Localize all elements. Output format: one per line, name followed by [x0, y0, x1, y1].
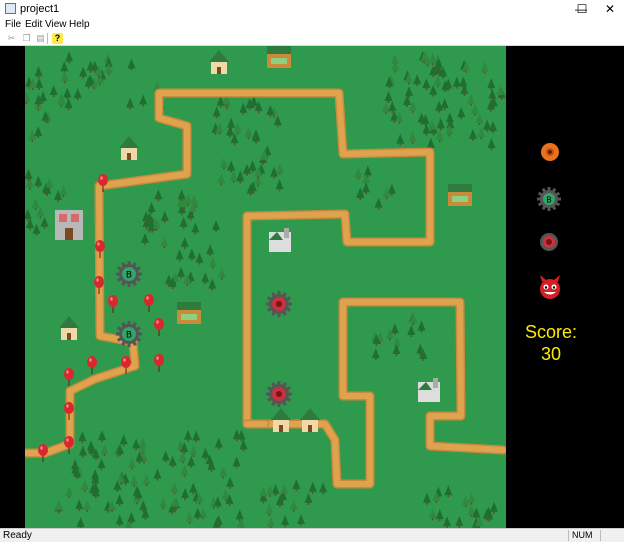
game-area: BB B Score: 30	[0, 46, 624, 528]
title-bar: project1 — ☐ ✕	[0, 0, 624, 18]
toolbar-separator	[47, 33, 48, 44]
castle	[55, 210, 83, 240]
maximize-button[interactable]: ☐	[568, 0, 596, 18]
toolbar: ✂ ❐ ▤ ?	[0, 32, 624, 46]
shop	[177, 302, 201, 324]
shop	[448, 184, 472, 206]
bomb-tower-icon[interactable]: B	[536, 186, 562, 212]
app-icon	[5, 3, 16, 14]
score-label: Score:	[524, 322, 578, 342]
menu-help[interactable]: Help	[69, 19, 90, 30]
fire-tower-icon[interactable]	[540, 142, 560, 162]
menu-view[interactable]: View	[45, 19, 67, 30]
shop	[267, 46, 291, 68]
score-value: 30	[540, 344, 562, 364]
window-title: project1	[20, 3, 60, 15]
num-lock-indicator: NUM	[568, 530, 600, 541]
menu-file[interactable]: File	[5, 19, 21, 30]
game-map[interactable]: BB	[25, 46, 506, 528]
help-icon[interactable]: ?	[52, 33, 63, 44]
status-bar: Ready NUM	[0, 528, 624, 542]
saw-tower-icon[interactable]	[536, 229, 562, 255]
menu-bar: File Edit View Help	[0, 18, 624, 32]
copy-icon[interactable]: ❐	[21, 33, 32, 44]
svg-text:B: B	[126, 271, 132, 281]
cut-icon[interactable]: ✂	[6, 33, 17, 44]
devil-enemy-icon[interactable]	[536, 273, 564, 301]
status-pane-empty	[600, 530, 624, 541]
menu-edit[interactable]: Edit	[25, 19, 42, 30]
svg-text:B: B	[546, 196, 552, 205]
svg-text:B: B	[126, 331, 132, 341]
status-text: Ready	[3, 530, 32, 541]
paste-icon[interactable]: ▤	[35, 33, 46, 44]
close-button[interactable]: ✕	[596, 0, 624, 18]
